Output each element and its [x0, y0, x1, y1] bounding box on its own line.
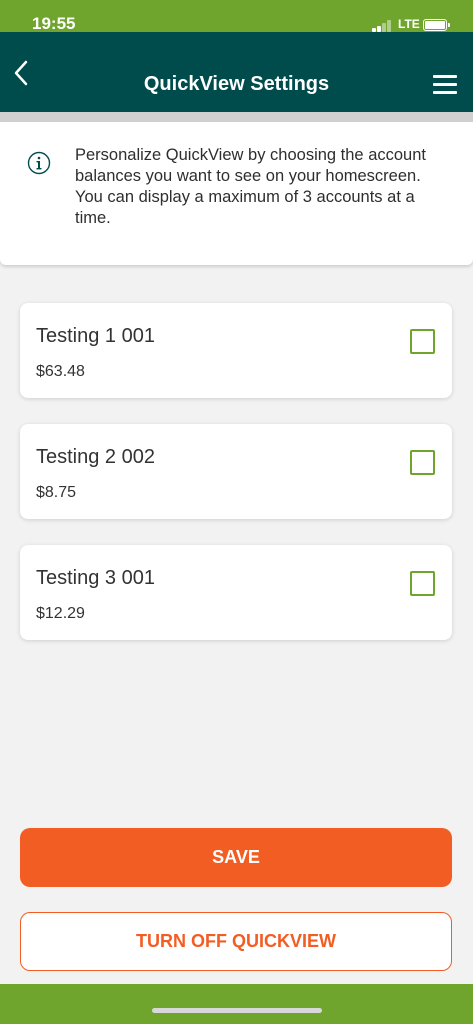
- status-time: 19:55: [32, 14, 76, 33]
- menu-button[interactable]: [430, 72, 460, 98]
- info-icon: [27, 151, 51, 175]
- account-name: Testing 3 001: [36, 567, 155, 589]
- network-label: LTE: [398, 17, 420, 31]
- header-divider: [0, 112, 473, 122]
- info-text: Personalize QuickView by choosing the ac…: [75, 146, 426, 227]
- save-button[interactable]: SAVE: [20, 828, 452, 887]
- battery-icon: [423, 19, 450, 31]
- account-card[interactable]: Testing 2 002 $8.75: [20, 424, 452, 519]
- header-bar: QuickView Settings: [0, 32, 473, 112]
- account-balance: $8.75: [36, 484, 77, 501]
- account-checkbox[interactable]: [410, 450, 435, 475]
- account-card[interactable]: Testing 3 001 $12.29: [20, 545, 452, 640]
- turn-off-quickview-button[interactable]: TURN OFF QUICKVIEW: [20, 912, 452, 971]
- status-bar: 19:55 LTE: [0, 0, 473, 33]
- account-balance: $12.29: [36, 605, 85, 622]
- page-title: QuickView Settings: [143, 73, 330, 95]
- signal-icon: [372, 20, 396, 32]
- account-balance: $63.48: [36, 363, 85, 380]
- account-name: Testing 2 002: [36, 446, 155, 468]
- account-card[interactable]: Testing 1 001 $63.48: [20, 303, 452, 398]
- info-panel: Personalize QuickView by choosing the ac…: [0, 122, 473, 265]
- account-checkbox[interactable]: [410, 571, 435, 596]
- account-checkbox[interactable]: [410, 329, 435, 354]
- account-name: Testing 1 001: [36, 325, 155, 347]
- bottom-bar: [0, 984, 473, 1024]
- home-indicator[interactable]: [152, 1008, 322, 1013]
- hamburger-menu-icon: [433, 75, 457, 78]
